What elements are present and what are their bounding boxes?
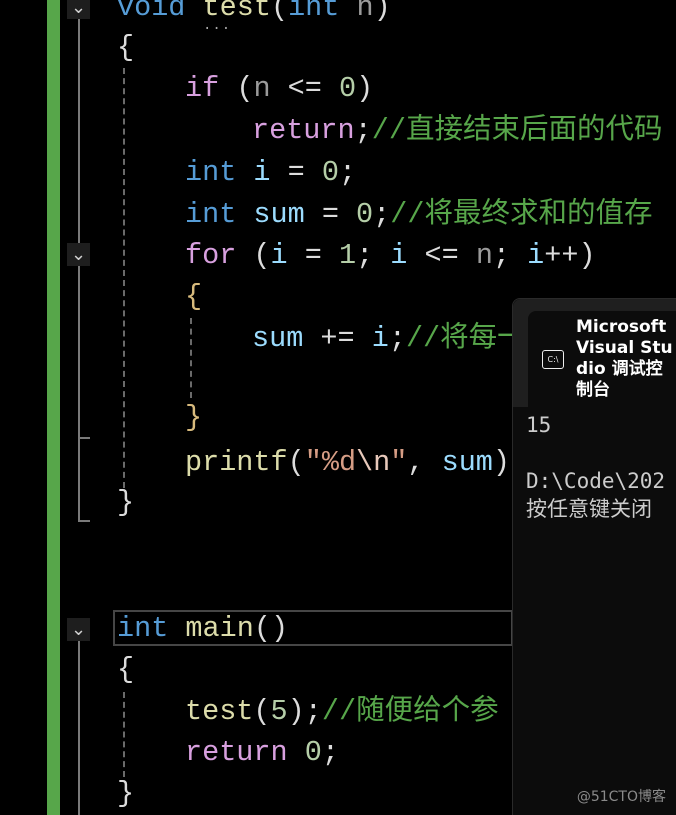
fold-line — [78, 641, 80, 815]
console-output: 15 D:\Code\202 按任意键关闭 — [513, 407, 676, 523]
code-line: int i = 0; — [185, 156, 357, 189]
code-line: { — [117, 31, 135, 64]
fold-chevron-icon[interactable]: ⌄ — [67, 618, 90, 641]
debug-console-window[interactable]: C:\ Microsoft Visual Studio 调试控制台 15 D:\… — [512, 298, 676, 815]
indent-guide — [190, 318, 192, 398]
fold-chevron-icon[interactable]: ⌄ — [67, 243, 90, 266]
code-line: void test(int n) — [117, 0, 391, 24]
console-output-line: 按任意键关闭 — [526, 497, 652, 521]
indent-guide — [123, 68, 125, 488]
change-indicator-bar — [47, 0, 60, 815]
code-line: for (i = 1; i <= n; i++) — [185, 239, 596, 272]
console-tab-bar: C:\ Microsoft Visual Studio 调试控制台 — [513, 299, 676, 407]
fold-end — [78, 437, 90, 439]
fold-line — [78, 19, 80, 520]
code-line: int sum = 0;//将最终求和的值存 — [185, 198, 653, 231]
console-tab-title: Microsoft Visual Studio 调试控制台 — [576, 317, 673, 400]
terminal-icon: C:\ — [542, 349, 564, 369]
indent-guide — [123, 692, 125, 777]
fold-chevron-icon[interactable]: ⌄ — [67, 0, 90, 19]
console-output-line: D:\Code\202 — [526, 469, 666, 493]
console-tab[interactable]: C:\ Microsoft Visual Studio 调试控制台 — [528, 311, 676, 407]
watermark: @51CTO博客 — [576, 789, 666, 805]
code-line: return;//直接结束后面的代码 — [252, 114, 663, 147]
code-line: if (n <= 0) — [185, 72, 374, 105]
fold-end — [78, 520, 90, 522]
console-output-line: 15 — [526, 413, 552, 437]
